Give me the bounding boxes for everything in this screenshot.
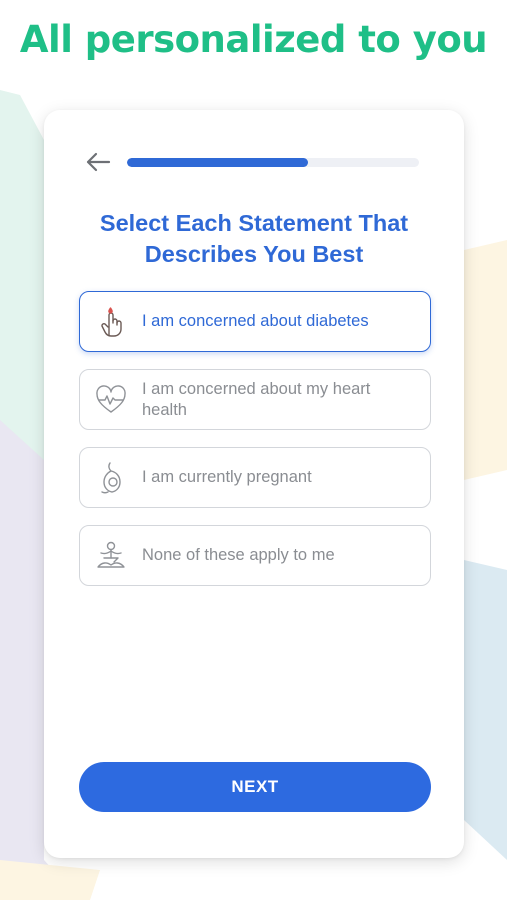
option-label: I am concerned about diabetes bbox=[142, 312, 369, 330]
option-none[interactable]: None of these apply to me bbox=[79, 525, 431, 586]
option-label: None of these apply to me bbox=[142, 546, 335, 564]
arrow-left-icon bbox=[86, 152, 111, 172]
option-pregnant[interactable]: I am currently pregnant bbox=[79, 447, 431, 508]
onboarding-card: Select Each Statement That Describes You… bbox=[44, 110, 464, 858]
heart-pulse-icon bbox=[80, 370, 142, 429]
option-heart-health[interactable]: I am concerned about my heart health bbox=[79, 369, 431, 430]
meditation-icon bbox=[80, 526, 142, 585]
next-button[interactable]: NEXT bbox=[79, 762, 431, 812]
page-title: Select Each Statement That Describes You… bbox=[99, 210, 409, 267]
back-button[interactable] bbox=[84, 148, 112, 176]
pregnant-icon bbox=[80, 448, 142, 507]
finger-prick-icon bbox=[80, 292, 142, 351]
headline: All personalized to you bbox=[19, 18, 488, 61]
option-diabetes[interactable]: I am concerned about diabetes bbox=[79, 291, 431, 352]
progress-bar bbox=[127, 158, 419, 167]
option-label: I am concerned about my heart health bbox=[142, 379, 371, 419]
progress-fill bbox=[127, 158, 309, 167]
option-label: I am currently pregnant bbox=[142, 468, 312, 486]
statement-options: I am concerned about diabetes I am conce… bbox=[79, 291, 431, 603]
